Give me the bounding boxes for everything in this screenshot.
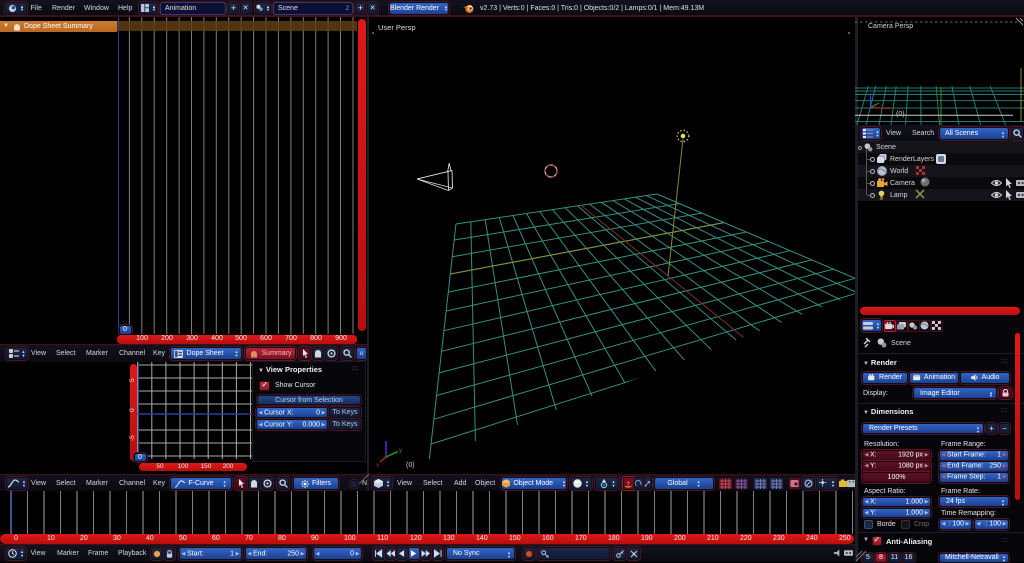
svg-text:x: x <box>376 463 379 469</box>
svg-text:y: y <box>399 448 402 454</box>
